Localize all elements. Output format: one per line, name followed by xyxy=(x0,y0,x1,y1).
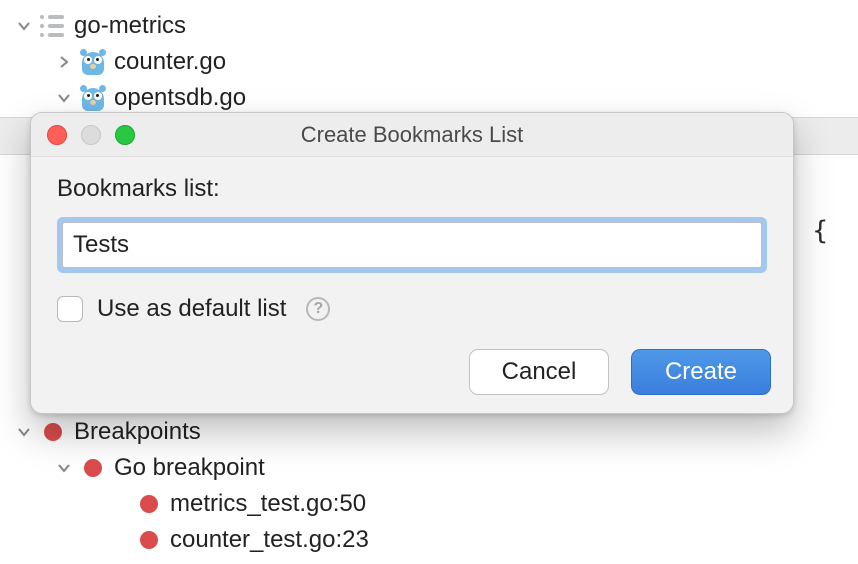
tree-go-breakpoint-label: Go breakpoint xyxy=(110,450,265,486)
editor-visible-text: { xyxy=(812,216,828,246)
chevron-right-icon xyxy=(52,50,76,74)
create-bookmarks-list-dialog: Create Bookmarks List Bookmarks list: Us… xyxy=(30,112,794,414)
breakpoint-icon xyxy=(76,459,110,477)
chevron-down-icon xyxy=(52,456,76,480)
close-icon[interactable] xyxy=(47,125,67,145)
tree-folder-go-metrics[interactable]: go-metrics xyxy=(0,8,858,44)
tree-file-label: counter.go xyxy=(110,44,226,80)
project-tree: go-metrics counter.go opentsdb.go xyxy=(0,0,858,116)
tree-folder-label: go-metrics xyxy=(70,8,186,44)
minimize-icon xyxy=(81,125,101,145)
tree-breakpoint-item-1[interactable]: metrics_test.go:50 xyxy=(0,486,369,522)
gopher-icon xyxy=(76,83,110,113)
tree-file-label: opentsdb.go xyxy=(110,80,246,116)
chevron-down-icon xyxy=(52,86,76,110)
tree-go-breakpoint-group[interactable]: Go breakpoint xyxy=(0,450,369,486)
dialog-titlebar[interactable]: Create Bookmarks List xyxy=(31,113,793,157)
cancel-button[interactable]: Cancel xyxy=(469,349,609,395)
help-icon[interactable]: ? xyxy=(306,297,330,321)
list-icon xyxy=(36,15,70,37)
create-button[interactable]: Create xyxy=(631,349,771,395)
bookmarks-list-input[interactable] xyxy=(62,222,762,268)
tree-file-counter-go[interactable]: counter.go xyxy=(0,44,858,80)
breakpoint-icon xyxy=(132,531,166,549)
tree-file-opentsdb-go[interactable]: opentsdb.go xyxy=(0,80,858,116)
bookmarks-list-input-wrap xyxy=(57,217,767,273)
dialog-title: Create Bookmarks List xyxy=(301,122,524,148)
tree-breakpoint-label: metrics_test.go:50 xyxy=(166,486,366,522)
tree-breakpoint-item-2[interactable]: counter_test.go:23 xyxy=(0,522,369,558)
use-as-default-checkbox[interactable] xyxy=(57,296,83,322)
gopher-icon xyxy=(76,47,110,77)
chevron-down-icon xyxy=(12,14,36,38)
breakpoint-icon xyxy=(132,495,166,513)
breakpoints-tree: Breakpoints Go breakpoint metrics_test.g… xyxy=(0,406,369,558)
tree-breakpoints-group[interactable]: Breakpoints xyxy=(0,414,369,450)
tree-breakpoints-label: Breakpoints xyxy=(70,414,201,450)
bookmarks-list-label: Bookmarks list: xyxy=(57,175,767,203)
window-controls xyxy=(47,113,135,156)
use-as-default-label: Use as default list xyxy=(97,295,286,323)
tree-breakpoint-label: counter_test.go:23 xyxy=(166,522,369,558)
chevron-down-icon xyxy=(12,420,36,444)
breakpoint-icon xyxy=(36,423,70,441)
zoom-icon[interactable] xyxy=(115,125,135,145)
